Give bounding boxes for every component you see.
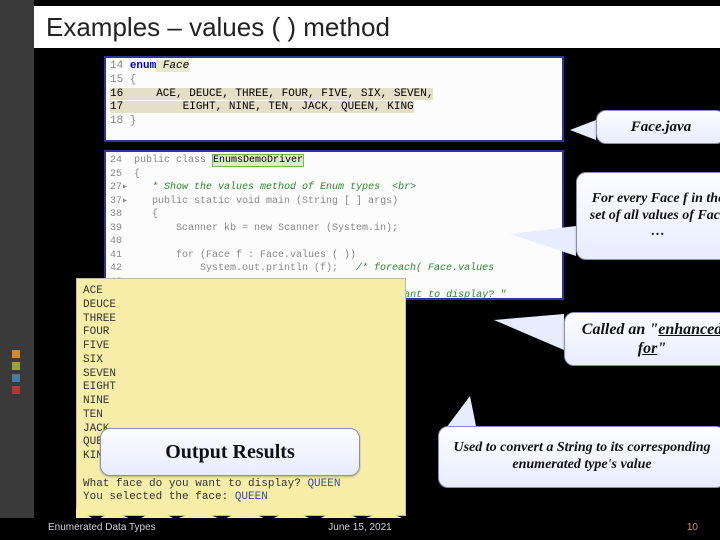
content-area: 14 enum Face 15 { 16 ACE, DEUCE, THREE, …: [38, 50, 710, 510]
slide-footer: Enumerated Data Types June 15, 2021 10: [0, 518, 720, 540]
footer-page-num: 10: [687, 522, 698, 533]
code-line: 38 {: [110, 209, 158, 220]
code-line: 16 ACE, DEUCE, THREE, FOUR, FIVE, SIX, S…: [110, 88, 433, 100]
callout-face-java: Face.java: [596, 110, 720, 144]
callout-text-suffix: ": [657, 340, 666, 357]
comment: * Show the values method of Enum types <…: [152, 182, 416, 193]
accent-sidebar: [0, 0, 34, 540]
output-panel: ACE DEUCE THREE FOUR FIVE SIX SEVEN EIGH…: [76, 278, 406, 516]
code-line: 39 Scanner kb = new Scanner (System.in);: [110, 223, 398, 234]
code-line: 41 for (Face f : Face.values ( )): [110, 250, 356, 261]
class-name: EnumsDemoDriver: [212, 154, 304, 167]
code-line: 40: [110, 236, 122, 247]
code-line: 42 System.out.println (f);: [110, 263, 356, 274]
code-line: 18 }: [110, 115, 136, 127]
output-input: QUEEN: [307, 478, 340, 490]
callout-tail: [494, 314, 564, 350]
output-result-val: QUEEN: [235, 491, 268, 503]
callout-text: Output Results: [165, 440, 294, 464]
dot-olive: [12, 362, 20, 370]
callout-valueof: Used to convert a String to its correspo…: [438, 426, 720, 488]
code-line: 37▸ public static void main (String [ ] …: [110, 196, 398, 207]
code-line: 24 public class: [110, 155, 212, 166]
code-line: 27▸: [110, 182, 152, 193]
dot-red: [12, 386, 20, 394]
sidebar-dot-stack: [12, 350, 20, 394]
callout-text: Face.java: [631, 118, 691, 136]
output-result: You selected the face:: [83, 491, 235, 503]
callout-tail: [570, 120, 596, 140]
callout-text: For every Face f in the set of all value…: [587, 191, 720, 241]
dot-blue: [12, 374, 20, 382]
slide-title: Examples – values ( ) method: [34, 6, 720, 48]
callout-text-prefix: Called an ": [582, 321, 658, 338]
code-line: 15 {: [110, 74, 136, 86]
line-num: 14: [110, 60, 130, 72]
callout-for-every: For every Face f in the set of all value…: [576, 172, 720, 260]
kw-enum: enum: [130, 60, 156, 72]
slide-root: Examples – values ( ) method 14 enum Fac…: [0, 0, 720, 540]
callout-enhanced-for: Called an "enhanced for": [564, 312, 720, 366]
comment: /* foreach( Face.values: [356, 263, 494, 274]
footer-date: June 15, 2021: [0, 522, 720, 533]
type-face: Face: [156, 60, 189, 72]
code-line: 17 EIGHT, NINE, TEN, JACK, QUEEN, KING: [110, 101, 414, 113]
callout-output-results: Output Results: [100, 428, 360, 476]
code-block-face-enum: 14 enum Face 15 { 16 ACE, DEUCE, THREE, …: [104, 56, 564, 142]
comment: want to display? ": [398, 290, 506, 300]
callout-tail: [510, 226, 576, 256]
dot-orange: [12, 350, 20, 358]
slide-title-text: Examples – values ( ) method: [46, 12, 390, 43]
callout-text: Used to convert a String to its correspo…: [449, 440, 715, 474]
code-line: 25 {: [110, 169, 140, 180]
output-prompt: What face do you want to display?: [83, 478, 307, 490]
